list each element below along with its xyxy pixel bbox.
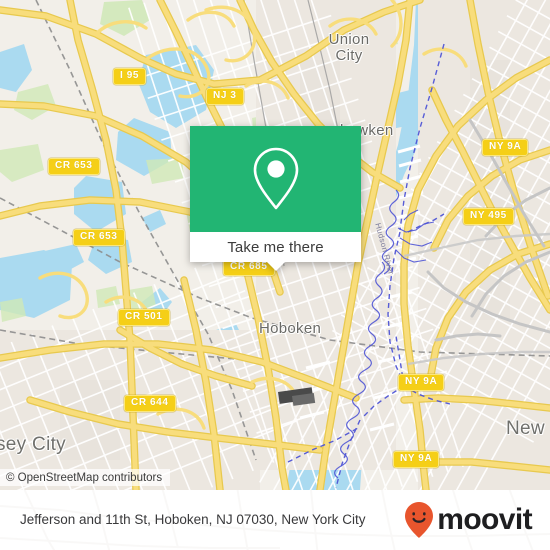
highway-shield-nj3[interactable]: NJ 3 — [206, 88, 244, 105]
moovit-map-screenshot: Union City hawken Hoboken sey City New H… — [0, 0, 550, 550]
highway-shield-ny495[interactable]: NY 495 — [463, 208, 514, 225]
callout-header — [190, 126, 361, 232]
moovit-wordmark: moovit — [437, 503, 532, 536]
highway-shield-ny9a-mid[interactable]: NY 9A — [398, 374, 445, 391]
callout-footer[interactable]: Take me there — [190, 232, 361, 262]
callout-pointer — [267, 262, 285, 271]
footer-bar: Jefferson and 11th St, Hoboken, NJ 07030… — [0, 490, 550, 550]
take-me-there-label: Take me there — [227, 238, 324, 256]
highway-shield-cr644[interactable]: CR 644 — [124, 395, 176, 412]
map-pin-icon — [253, 147, 298, 210]
moovit-pin-icon — [405, 502, 434, 538]
highway-shield-cr501[interactable]: CR 501 — [118, 309, 170, 326]
highway-shield-ny9a-north[interactable]: NY 9A — [482, 139, 529, 156]
highway-shield-ny9a-south[interactable]: NY 9A — [393, 451, 440, 468]
highway-shield-cr653-south[interactable]: CR 653 — [73, 229, 125, 246]
osm-attribution-text: © OpenStreetMap contributors — [6, 471, 163, 484]
footer-content: Jefferson and 11th St, Hoboken, NJ 07030… — [0, 490, 550, 550]
highway-shield-cr653-north[interactable]: CR 653 — [48, 158, 100, 175]
highway-shield-i95[interactable]: I 95 — [113, 68, 147, 85]
osm-attribution[interactable]: © OpenStreetMap contributors — [0, 469, 171, 486]
destination-callout[interactable]: Take me there — [190, 126, 361, 271]
map-canvas[interactable]: Union City hawken Hoboken sey City New H… — [0, 0, 550, 490]
moovit-logo[interactable]: moovit — [404, 501, 533, 539]
destination-address: Jefferson and 11th St, Hoboken, NJ 07030… — [20, 512, 366, 528]
